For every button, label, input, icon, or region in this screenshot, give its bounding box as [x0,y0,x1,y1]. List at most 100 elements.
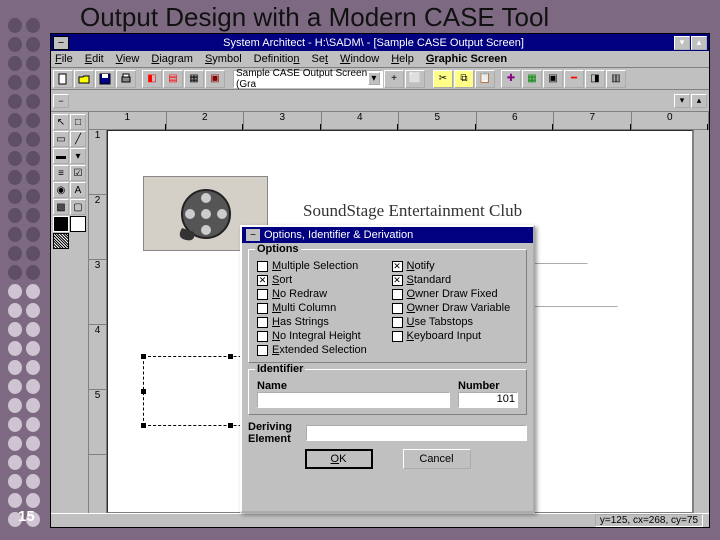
checkbox-icon [392,317,403,328]
tool-icon[interactable]: ◨ [585,70,605,88]
combo-tool-icon[interactable]: ▾ [70,148,86,164]
dialog-titlebar[interactable]: Options, Identifier & Derivation [242,227,533,243]
doc-sysmenu-icon[interactable]: − [53,94,69,108]
tool-icon[interactable]: ▤ [163,70,183,88]
slide-title: Output Design with a Modern CASE Tool [80,2,549,33]
menu-window[interactable]: Window [340,53,379,65]
tool-icon[interactable]: ✚ [501,70,521,88]
ok-button[interactable]: OK [305,449,373,469]
text-tool-icon[interactable]: □ [70,114,86,130]
window-title: System Architect - H:\SADM\ - [Sample CA… [73,37,674,49]
diagram-selector[interactable]: Sample CASE Output Screen (Gra▾ [233,70,383,88]
list-tool-icon[interactable]: ≡ [53,165,69,181]
fg-color-swatch[interactable] [53,216,69,232]
checkbox-label: Standard [407,274,452,286]
identifier-groupbox: Identifier Name Number 101 [248,369,527,415]
menu-view[interactable]: View [116,53,140,65]
tool-icon[interactable]: ━ [564,70,584,88]
menu-help[interactable]: Help [391,53,414,65]
menu-graphic-screen[interactable]: Graphic Screen [426,53,507,65]
doc-minimize-button[interactable]: ▾ [674,94,690,108]
id-name-field[interactable] [257,392,450,408]
checkbox-label: Owner Draw Variable [407,302,511,314]
bg-color-swatch[interactable] [70,216,86,232]
checkbox-icon: ✕ [257,275,268,286]
check-tool-icon[interactable]: ☑ [70,165,86,181]
checkbox-option[interactable]: Owner Draw Fixed [392,288,519,300]
checkbox-icon [392,303,403,314]
checkbox-label: Owner Draw Fixed [407,288,498,300]
checkbox-label: Use Tabstops [407,316,473,328]
tool-icon[interactable]: ▦ [522,70,542,88]
pattern-swatch[interactable] [53,233,69,249]
menu-symbol[interactable]: Symbol [205,53,242,65]
checkbox-option[interactable]: ✕Standard [392,274,519,286]
tool-icon[interactable]: ▣ [205,70,225,88]
id-number-field[interactable]: 101 [458,392,518,408]
label-tool-icon[interactable]: A [70,182,86,198]
vertical-ruler: 1 2 3 4 5 [89,130,107,513]
rect-tool-icon[interactable]: ▭ [53,131,69,147]
id-number-label: Number [458,380,518,392]
group-tool-icon[interactable]: ▢ [70,199,86,215]
new-icon[interactable] [53,70,73,88]
checkbox-icon [392,331,403,342]
slide-dot-decoration [6,16,42,529]
zoom-in-icon[interactable]: + [384,70,404,88]
doc-restore-button[interactable]: ▴ [691,94,707,108]
checkbox-option[interactable]: Extended Selection [257,344,384,356]
tool-icon[interactable]: ▦ [184,70,204,88]
tool-icon[interactable]: ▣ [543,70,563,88]
id-name-label: Name [257,380,450,392]
checkbox-option[interactable]: Owner Draw Variable [392,302,519,314]
button-tool-icon[interactable]: ▬ [53,148,69,164]
slide-page-number: 15 [18,508,35,525]
cut-icon[interactable]: ✂ [433,70,453,88]
checkbox-option[interactable]: Use Tabstops [392,316,519,328]
checkbox-icon [257,261,268,272]
maximize-button[interactable]: ▴ [691,36,707,50]
menu-edit[interactable]: Edit [85,53,104,65]
menu-bar: File Edit View Diagram Symbol Definition… [51,51,709,68]
checkbox-option[interactable]: Has Strings [257,316,384,328]
checkbox-label: Multi Column [272,302,336,314]
vertical-scrollbar[interactable] [693,130,709,513]
menu-diagram[interactable]: Diagram [151,53,193,65]
options-groupbox: Options Multiple Selection✕Notify✕Sort✕S… [248,249,527,363]
menu-definition[interactable]: Definition [254,53,300,65]
menu-file[interactable]: File [55,53,73,65]
tool-icon[interactable]: ▥ [606,70,626,88]
checkbox-icon: ✕ [392,261,403,272]
image-tool-icon[interactable]: ▩ [53,199,69,215]
paste-icon[interactable]: 📋 [475,70,495,88]
line-tool-icon[interactable]: ╱ [70,131,86,147]
save-icon[interactable] [95,70,115,88]
minimize-button[interactable]: ▾ [674,36,690,50]
checkbox-option[interactable]: Multi Column [257,302,384,314]
checkbox-label: No Redraw [272,288,327,300]
checkbox-icon [392,289,403,300]
checkbox-option[interactable]: ✕Sort [257,274,384,286]
cancel-button[interactable]: Cancel [403,449,471,469]
checkbox-option[interactable]: ✕Notify [392,260,519,272]
open-icon[interactable] [74,70,94,88]
status-coords: y=125, cx=268, cy=75 [595,514,703,527]
radio-tool-icon[interactable]: ◉ [53,182,69,198]
checkbox-option[interactable]: No Integral Height [257,330,384,342]
print-icon[interactable] [116,70,136,88]
checkbox-option[interactable]: Multiple Selection [257,260,384,272]
system-menu-icon[interactable] [53,36,69,50]
zoom-icon[interactable]: ⬜ [405,70,425,88]
titlebar: System Architect - H:\SADM\ - [Sample CA… [51,34,709,51]
checkbox-option[interactable]: Keyboard Input [392,330,519,342]
options-legend: Options [255,243,301,255]
deriving-field[interactable] [306,425,527,441]
checkbox-icon [257,303,268,314]
checkbox-option[interactable]: No Redraw [257,288,384,300]
menu-set[interactable]: Set [312,53,329,65]
dialog-sysmenu-icon[interactable] [246,229,260,241]
pointer-icon[interactable]: ↖ [53,114,69,130]
tool-icon[interactable]: ◧ [142,70,162,88]
checkbox-label: Keyboard Input [407,330,482,342]
copy-icon[interactable]: ⧉ [454,70,474,88]
